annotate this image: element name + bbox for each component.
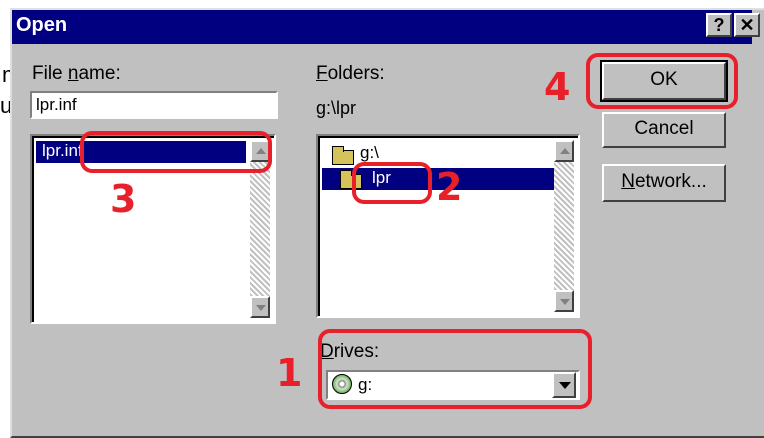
dialog-title: Open bbox=[16, 14, 68, 36]
step-number-1: 1 bbox=[276, 351, 303, 395]
arrow-down-icon bbox=[256, 305, 266, 311]
scroll-down-button[interactable] bbox=[554, 290, 574, 312]
close-button[interactable]: ✕ bbox=[734, 13, 760, 37]
close-icon: ✕ bbox=[739, 15, 755, 35]
step-number-4: 4 bbox=[544, 65, 571, 109]
file-item-label: lpr.inf bbox=[42, 141, 83, 160]
scroll-up-button[interactable] bbox=[554, 140, 574, 162]
highlight-file-item bbox=[80, 131, 272, 173]
folder-item-root[interactable]: g:\ bbox=[360, 143, 379, 163]
current-folder-path: g:\lpr bbox=[316, 98, 357, 118]
file-name-label: File name: bbox=[32, 63, 121, 84]
step-number-3: 3 bbox=[110, 177, 137, 221]
arrow-down-icon bbox=[560, 299, 570, 305]
folder-list-scrollbar[interactable] bbox=[554, 140, 574, 312]
network-button[interactable]: Network... bbox=[602, 164, 726, 202]
folder-list[interactable] bbox=[316, 134, 580, 318]
highlight-ok-button bbox=[586, 53, 738, 109]
title-bar bbox=[12, 10, 752, 44]
highlight-folder-item bbox=[352, 162, 432, 204]
arrow-up-icon bbox=[560, 148, 570, 154]
help-button[interactable]: ? bbox=[706, 13, 732, 37]
highlight-drives bbox=[318, 329, 592, 409]
step-number-2: 2 bbox=[436, 165, 463, 209]
folders-label: Folders: bbox=[316, 63, 385, 84]
file-name-input[interactable]: lpr.inf bbox=[30, 91, 278, 119]
cancel-button[interactable]: Cancel bbox=[602, 112, 726, 148]
open-folder-icon bbox=[332, 146, 354, 165]
scroll-down-button[interactable] bbox=[250, 296, 270, 318]
